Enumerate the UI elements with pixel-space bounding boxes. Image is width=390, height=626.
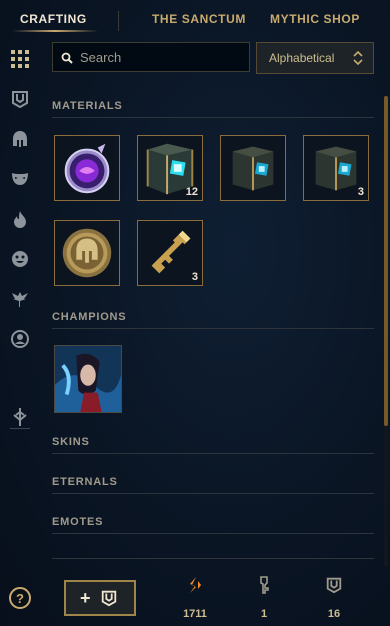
orange-essence-icon [190,577,201,593]
currency-orange-essence: 1711 [175,576,215,620]
material-tile[interactable] [54,135,120,201]
champion-token-icon [55,221,119,285]
skin-mask-icon[interactable] [9,168,31,190]
material-tile[interactable] [54,220,120,286]
currency-chests: 16 [314,576,354,620]
scrollbar-thumb[interactable] [384,96,388,426]
help-button[interactable]: ? [9,587,31,609]
section-divider [52,328,374,329]
section-divider [52,533,374,534]
eternals-flame-icon[interactable] [9,208,31,230]
section-divider [52,117,374,118]
chest-count-icon [326,577,342,594]
material-tile[interactable] [220,135,286,201]
section-materials: MATERIALS [52,100,123,112]
active-tab-underline [12,30,98,32]
section-divider [52,493,374,494]
category-rail [0,40,40,626]
chest-icon[interactable] [9,88,31,110]
section-divider [52,453,374,454]
material-tile[interactable]: 12 [137,135,203,201]
tab-the-sanctum[interactable]: THE SANCTUM [152,12,246,26]
rail-divider [10,428,30,429]
currency-key-fragment: 1 [244,576,284,620]
arrow-sigil-icon[interactable] [9,406,31,428]
material-tile[interactable]: 3 [137,220,203,286]
champion-tile[interactable] [54,345,122,413]
sort-value: Alphabetical [269,51,335,65]
ward-icon[interactable] [9,288,31,310]
summoner-icon-icon[interactable] [9,328,31,350]
section-eternals: ETERNALS [52,476,118,488]
updown-chevron-icon [353,51,363,65]
search-icon [61,52,73,64]
orb-icon [55,136,119,200]
section-champions: CHAMPIONS [52,311,127,323]
tab-separator [118,11,119,31]
section-skins: SKINS [52,436,90,448]
key-fragment-icon [260,576,269,594]
footer-divider [52,558,374,559]
champion-portrait-icon [55,346,121,412]
sort-dropdown[interactable]: Alphabetical [256,42,374,74]
key-fragment-count: 1 [260,608,268,620]
orange-essence-count: 1711 [183,608,207,620]
emote-face-icon[interactable] [9,248,31,270]
material-tile[interactable]: 3 [303,135,369,201]
grid-icon[interactable] [9,48,31,70]
tab-crafting[interactable]: CRAFTING [20,12,87,26]
chest-icon [101,590,117,607]
tab-mythic-shop[interactable]: MYTHIC SHOP [270,12,360,26]
plus-label: + [80,588,91,608]
champion-helmet-icon[interactable] [9,128,31,150]
search-placeholder: Search [80,50,122,65]
search-input[interactable]: Search [52,42,250,72]
masterwork-chest-icon [221,136,285,200]
section-emotes: EMOTES [52,516,104,528]
chest-count: 16 [327,608,341,620]
add-chest-button[interactable]: + [64,580,136,616]
top-nav: CRAFTING THE SANCTUM MYTHIC SHOP [0,0,390,38]
